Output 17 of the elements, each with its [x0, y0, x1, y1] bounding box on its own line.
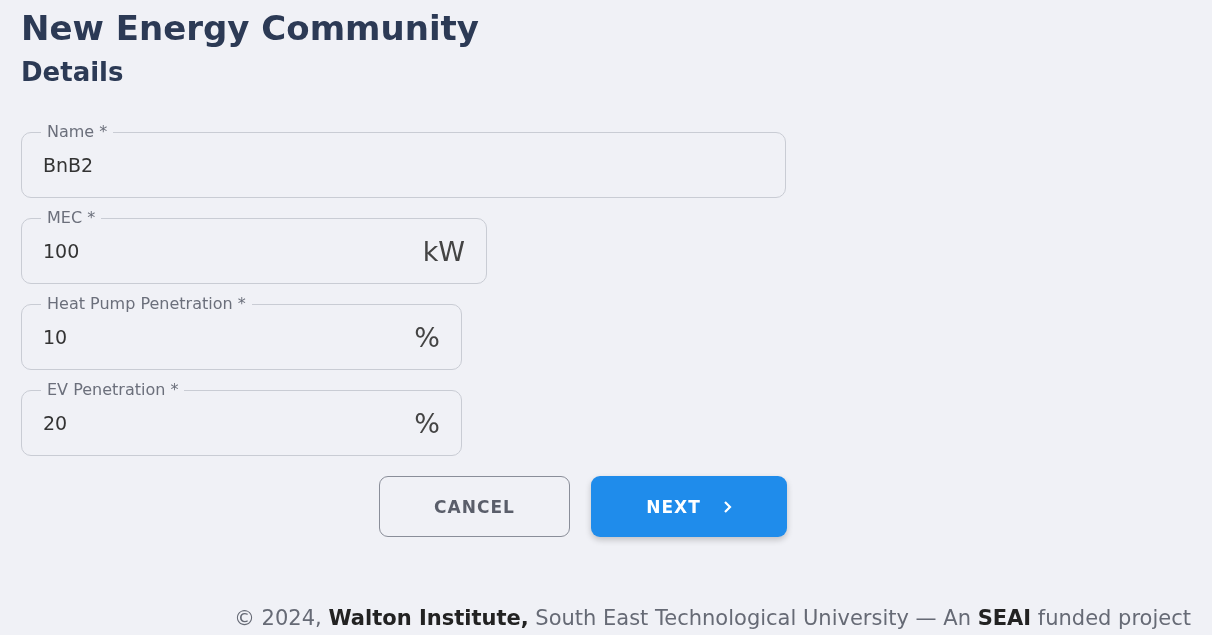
footer-text: © 2024, Walton Institute, South East Technological University — An SEAI funded project	[233, 605, 1191, 632]
field-value[interactable]: 20	[43, 412, 415, 434]
unit-label: kW	[422, 235, 465, 267]
input-field[interactable]: MEC * 100 kW	[21, 208, 487, 284]
field-label: Heat Pump Penetration *	[41, 294, 252, 314]
cancel-button[interactable]: CANCEL	[379, 476, 570, 537]
unit-label: %	[414, 407, 440, 439]
field-value[interactable]: 10	[43, 326, 415, 348]
input-field[interactable]: Name * BnB2	[21, 122, 786, 198]
chevron-right-icon	[722, 499, 732, 514]
unit-label: %	[414, 321, 440, 353]
input-field[interactable]: EV Penetration * 20 %	[21, 380, 462, 456]
field-value[interactable]: BnB2	[43, 154, 764, 176]
page-title: New Energy Community	[21, 7, 479, 50]
input-field[interactable]: Heat Pump Penetration * 10 %	[21, 294, 462, 370]
field-value[interactable]: 100	[43, 240, 423, 262]
section-heading: Details	[21, 56, 124, 89]
